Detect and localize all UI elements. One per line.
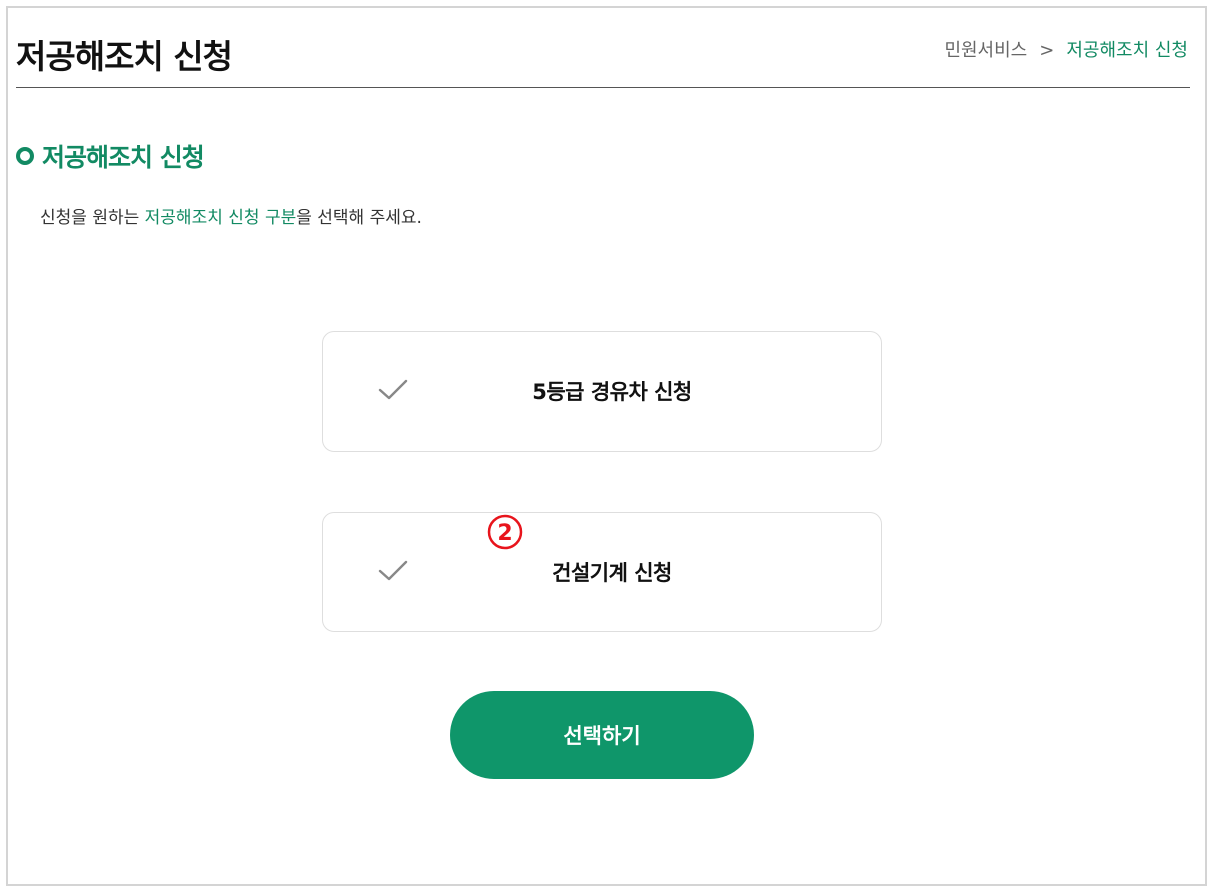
option-label: 건설기계 신청 (552, 561, 672, 585)
bullet-ring-icon (16, 147, 34, 165)
instruction-text: 신청을 원하는 저공해조치 신청 구분을 선택해 주세요. (40, 203, 422, 228)
breadcrumb-separator: > (1039, 40, 1055, 61)
breadcrumb-current[interactable]: 저공해조치 신청 (1066, 40, 1188, 61)
instruction-highlight: 저공해조치 신청 구분 (144, 208, 297, 228)
instruction-before: 신청을 원하는 (40, 208, 145, 228)
annotation-marker-number: 2 (497, 521, 512, 546)
option-construction-machinery[interactable]: 건설기계 신청 (322, 512, 882, 632)
section-title-text: 저공해조치 신청 (42, 143, 205, 172)
breadcrumb-parent[interactable]: 민원서비스 (944, 40, 1027, 61)
page-title: 저공해조치 신청 (16, 37, 233, 76)
option-label: 5등급 경유차 신청 (532, 380, 692, 404)
breadcrumb: 민원서비스 > 저공해조치 신청 (944, 36, 1188, 62)
annotation-marker: 2 (487, 514, 523, 550)
instruction-after: 을 선택해 주세요. (296, 208, 422, 228)
option-diesel-grade5[interactable]: 5등급 경유차 신청 (322, 331, 882, 452)
page-header: 저공해조치 신청 민원서비스 > 저공해조치 신청 (16, 24, 1190, 88)
select-button[interactable]: 선택하기 (450, 691, 754, 779)
section-title: 저공해조치 신청 (16, 138, 205, 174)
